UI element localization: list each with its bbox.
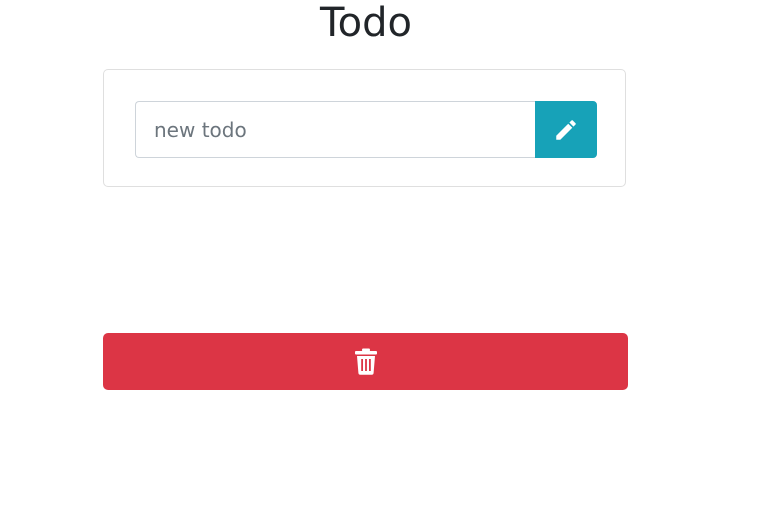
pencil-icon <box>553 117 579 143</box>
todo-page: Todo <box>0 0 762 530</box>
trash-icon <box>354 348 378 375</box>
page-title: Todo <box>320 0 412 46</box>
delete-all-button[interactable] <box>103 333 628 390</box>
new-todo-input-group <box>135 101 597 158</box>
new-todo-input[interactable] <box>135 101 535 158</box>
add-todo-button[interactable] <box>535 101 597 158</box>
new-todo-card <box>103 69 626 187</box>
